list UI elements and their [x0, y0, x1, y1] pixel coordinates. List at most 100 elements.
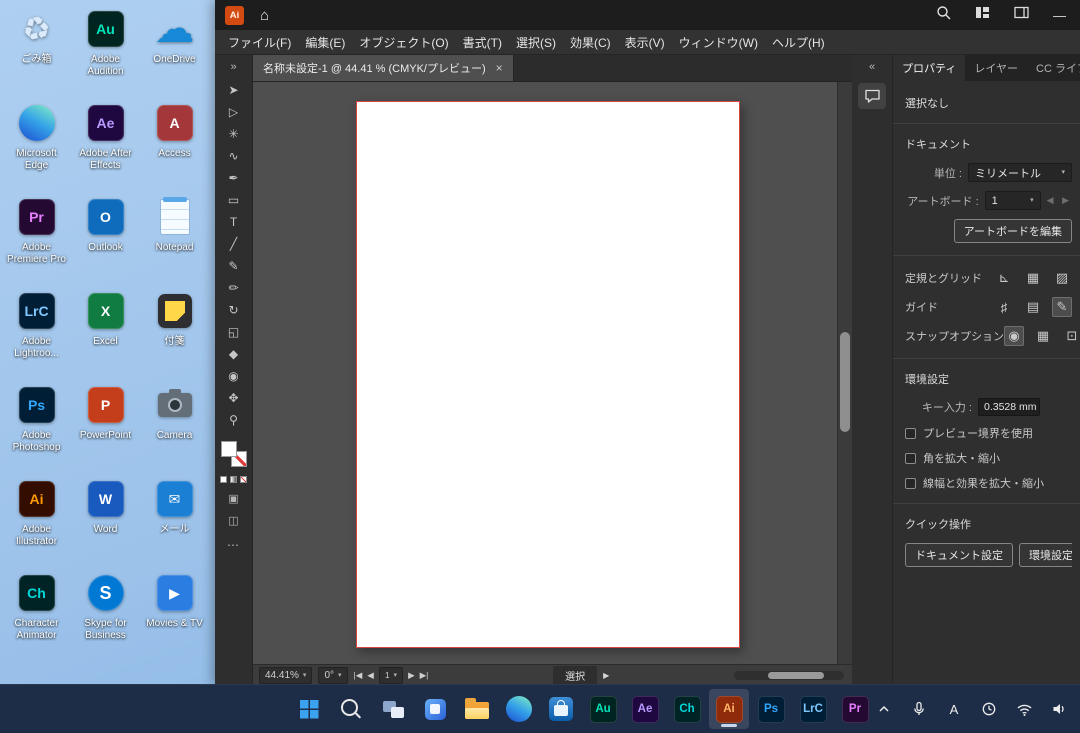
artboard-nav-dropdown[interactable]: 1 ▾: [379, 667, 403, 684]
volume-icon[interactable]: [1046, 689, 1072, 729]
none-button[interactable]: [240, 476, 247, 483]
desktop-icon-mail[interactable]: ✉メール: [140, 474, 209, 568]
scale-corners-checkbox-box[interactable]: [905, 453, 916, 464]
audition-button[interactable]: Au: [583, 689, 623, 729]
horizontal-scrollbar-thumb[interactable]: [768, 672, 824, 679]
menu-edit[interactable]: 編集(E): [298, 34, 352, 51]
gradient-button[interactable]: [230, 476, 237, 483]
expand-toolbar-chevron[interactable]: »: [215, 55, 252, 79]
blend-tool[interactable]: ◉: [222, 365, 246, 387]
horizontal-scrollbar[interactable]: [734, 671, 844, 680]
transparency-grid-icon[interactable]: ▨: [1052, 268, 1072, 288]
desktop-icon-camera[interactable]: Camera: [140, 380, 209, 474]
illustrator-titlebar[interactable]: Ai ⌂ —: [215, 0, 1080, 30]
show-guides-icon[interactable]: ♯: [994, 297, 1014, 317]
zoom-tool[interactable]: ⚲: [222, 409, 246, 431]
edit-guides-icon[interactable]: ✎: [1052, 297, 1072, 317]
use-preview-bounds-checkbox-box[interactable]: [905, 428, 916, 439]
menu-select[interactable]: 選択(S): [509, 34, 563, 51]
selection-tool[interactable]: ➤: [222, 79, 246, 101]
desktop-icon-notepad[interactable]: Notepad: [140, 192, 209, 286]
zoom-level-dropdown[interactable]: 44.41% ▾: [259, 667, 312, 684]
scale-strokes-effects-checkbox[interactable]: 線幅と効果を拡大・縮小: [905, 475, 1072, 491]
direct-selection-tool[interactable]: ▷: [222, 101, 246, 123]
lasso-tool[interactable]: ∿: [222, 145, 246, 167]
search-icon[interactable]: [936, 5, 951, 25]
tab-layers[interactable]: レイヤー: [965, 55, 1027, 81]
type-tool[interactable]: T: [222, 211, 246, 233]
scale-corners-checkbox[interactable]: 角を拡大・縮小: [905, 450, 1072, 466]
desktop-icon-access[interactable]: AAccess: [140, 98, 209, 192]
vertical-scrollbar-thumb[interactable]: [840, 332, 850, 432]
canvas[interactable]: [253, 82, 852, 664]
home-icon[interactable]: ⌂: [260, 8, 269, 23]
prev-artboard-button[interactable]: ◀: [367, 670, 374, 681]
edit-artboards-button[interactable]: アートボードを編集: [954, 219, 1072, 243]
comments-panel-button[interactable]: [858, 83, 886, 109]
widgets-button[interactable]: [415, 689, 455, 729]
pencil-tool[interactable]: ✏: [222, 277, 246, 299]
tab-cc-libraries[interactable]: CC ライブラリ: [1027, 55, 1080, 81]
menu-effect[interactable]: 効果(C): [563, 34, 618, 51]
desktop-icon-adobe-after-effects[interactable]: AeAdobe After Effects: [71, 98, 140, 192]
arrange-documents-icon[interactable]: [1014, 5, 1029, 25]
lightroom-button[interactable]: LrC: [793, 689, 833, 729]
status-expand-icon[interactable]: ▶: [603, 671, 609, 680]
rectangle-tool[interactable]: ▭: [222, 189, 246, 211]
color-button[interactable]: [220, 476, 227, 483]
clock-history-icon[interactable]: [976, 689, 1002, 729]
edit-toolbar-button[interactable]: ⋯: [227, 538, 240, 552]
eyedropper-tool[interactable]: ◆: [222, 343, 246, 365]
microsoft-store-button[interactable]: [541, 689, 581, 729]
grid-icon[interactable]: ▦: [1023, 268, 1043, 288]
line-segment-tool[interactable]: ╱: [222, 233, 246, 255]
premiere-button[interactable]: Pr: [835, 689, 875, 729]
snap-to-pixel-icon[interactable]: ⊡: [1062, 326, 1080, 346]
scale-tool[interactable]: ◱: [222, 321, 246, 343]
vertical-scrollbar[interactable]: [837, 82, 852, 664]
microphone-icon[interactable]: [906, 689, 932, 729]
pen-tool[interactable]: ✒: [222, 167, 246, 189]
hand-tool[interactable]: ✥: [222, 387, 246, 409]
wifi-icon[interactable]: [1011, 689, 1037, 729]
menu-type[interactable]: 書式(T): [456, 34, 509, 51]
task-view-button[interactable]: [373, 689, 413, 729]
paintbrush-tool[interactable]: ✎: [222, 255, 246, 277]
start-button[interactable]: [289, 689, 329, 729]
ruler-icon[interactable]: ⊾: [994, 268, 1014, 288]
document-setup-button[interactable]: ドキュメント設定: [905, 543, 1013, 567]
after-effects-button[interactable]: Ae: [625, 689, 665, 729]
desktop-icon-word[interactable]: WWord: [71, 474, 140, 568]
file-explorer-button[interactable]: [457, 689, 497, 729]
artboard-dropdown[interactable]: 1 ▾: [985, 191, 1041, 210]
menu-object[interactable]: オブジェクト(O): [352, 34, 455, 51]
screen-mode-icon[interactable]: ◫: [228, 514, 238, 527]
scale-strokes-effects-checkbox-box[interactable]: [905, 478, 916, 489]
character-animator-button[interactable]: Ch: [667, 689, 707, 729]
rotation-dropdown[interactable]: 0° ▾: [318, 667, 347, 684]
use-preview-bounds-checkbox[interactable]: プレビュー境界を使用: [905, 425, 1072, 441]
desktop-icon-adobe-premiere-pro[interactable]: PrAdobe Premiere Pro: [2, 192, 71, 286]
unit-dropdown[interactable]: ミリメートル ▾: [968, 163, 1072, 182]
desktop-icon-onedrive[interactable]: ☁OneDrive: [140, 4, 209, 98]
desktop-icon-recycle-bin[interactable]: ♻ごみ箱: [2, 4, 71, 98]
preferences-button[interactable]: 環境設定: [1019, 543, 1072, 567]
photoshop-button[interactable]: Ps: [751, 689, 791, 729]
edge-button[interactable]: [499, 689, 539, 729]
fill-swatch[interactable]: [221, 441, 237, 457]
menu-file[interactable]: ファイル(F): [221, 34, 298, 51]
desktop-icon-character-animator[interactable]: ChCharacter Animator: [2, 568, 71, 662]
hidden-icons-chevron[interactable]: [871, 689, 897, 729]
next-artboard-button[interactable]: ▶: [408, 670, 415, 681]
desktop-icon-adobe-lightroom-classic[interactable]: LrCAdobe Lightroo...: [2, 286, 71, 380]
artboard-pager-arrows[interactable]: ◀ ▶: [1047, 195, 1072, 206]
artboard[interactable]: [356, 101, 740, 648]
search-button[interactable]: [331, 689, 371, 729]
desktop-icon-adobe-photoshop[interactable]: PsAdobe Photoshop: [2, 380, 71, 474]
desktop-icon-powerpoint[interactable]: PPowerPoint: [71, 380, 140, 474]
menu-view[interactable]: 表示(V): [618, 34, 672, 51]
draw-mode-icon[interactable]: ▣: [228, 492, 238, 505]
desktop-icon-adobe-audition[interactable]: AuAdobe Audition: [71, 4, 140, 98]
snap-to-grid-icon[interactable]: ▦: [1033, 326, 1053, 346]
keyboard-increment-input[interactable]: 0.3528 mm: [978, 398, 1040, 416]
